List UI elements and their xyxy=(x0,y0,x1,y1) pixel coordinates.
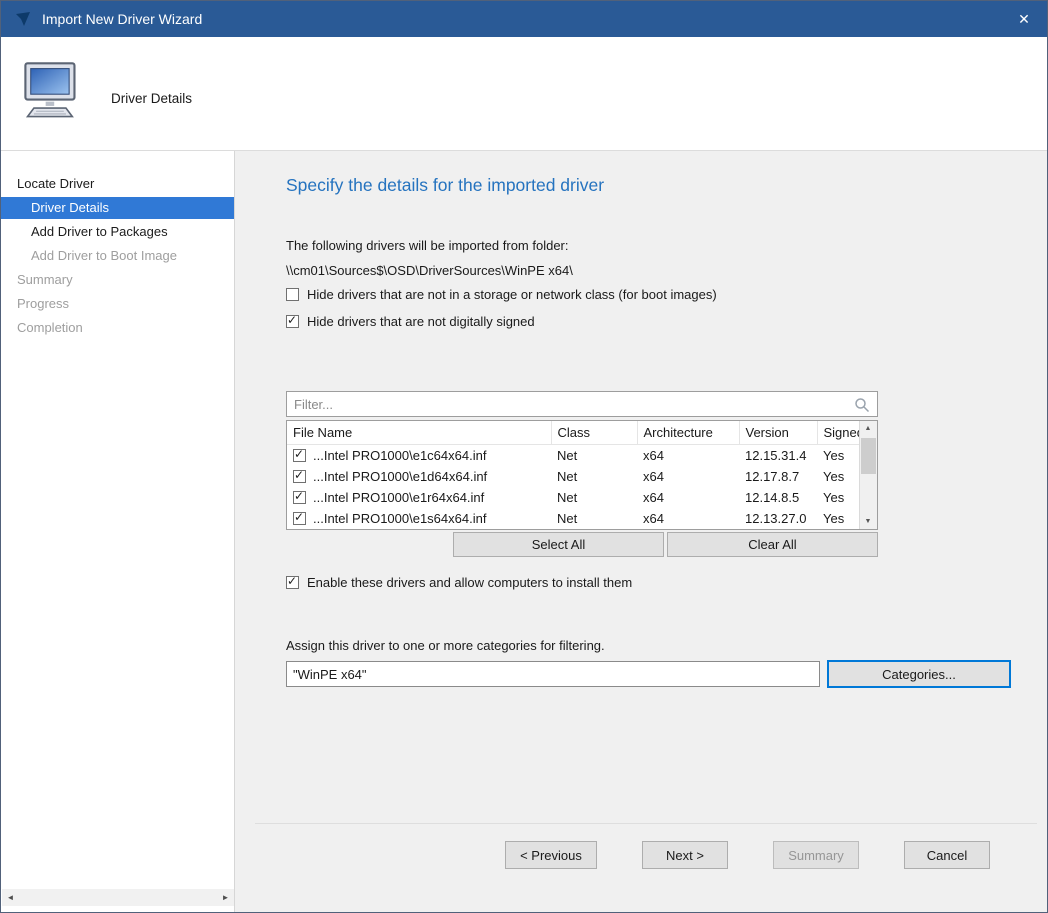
wizard-footer-buttons: < Previous Next > Summary Cancel xyxy=(505,841,990,869)
driver-row-checkbox[interactable] xyxy=(293,491,306,504)
driver-row-checkbox[interactable] xyxy=(293,512,306,525)
column-architecture[interactable]: Architecture xyxy=(637,421,739,445)
import-folder-path: \\cm01\Sources$\OSD\DriverSources\WinPE … xyxy=(286,263,573,278)
scroll-right-icon[interactable] xyxy=(217,889,234,906)
column-signed[interactable]: Signed xyxy=(817,421,860,445)
computer-icon xyxy=(19,59,83,128)
scroll-down-icon[interactable] xyxy=(860,514,876,529)
driver-signed: Yes xyxy=(817,487,860,508)
driver-class: Net xyxy=(551,508,637,529)
search-icon[interactable] xyxy=(854,397,870,418)
sidebar-item-driver-details[interactable]: Driver Details xyxy=(1,197,234,219)
driver-signed: Yes xyxy=(817,466,860,487)
selection-buttons: Select All Clear All xyxy=(286,532,878,557)
driver-file-name: ...Intel PRO1000\e1c64x64.inf xyxy=(313,448,486,463)
previous-button[interactable]: < Previous xyxy=(505,841,597,869)
categories-button[interactable]: Categories... xyxy=(827,660,1011,688)
clear-all-button[interactable]: Clear All xyxy=(667,532,878,557)
sidebar-item-progress: Progress xyxy=(1,293,234,315)
driver-row-checkbox[interactable] xyxy=(293,449,306,462)
driver-list: File Name Class Architecture Version Sig… xyxy=(286,420,878,530)
driver-row[interactable]: ...Intel PRO1000\e1s64x64.inf Net x64 12… xyxy=(287,508,860,529)
footer-divider xyxy=(255,823,1037,824)
wizard-app-icon xyxy=(14,10,32,28)
scroll-up-icon[interactable] xyxy=(860,421,876,436)
driver-architecture: x64 xyxy=(637,487,739,508)
import-new-driver-wizard-window: Import New Driver Wizard Driver Details xyxy=(0,0,1048,913)
filter-box xyxy=(286,391,878,417)
driver-signed: Yes xyxy=(817,445,860,467)
sidebar-item-summary: Summary xyxy=(1,269,234,291)
sidebar-horizontal-scrollbar[interactable] xyxy=(2,889,234,906)
hide-storage-network-label: Hide drivers that are not in a storage o… xyxy=(307,287,717,302)
page-title: Driver Details xyxy=(111,91,192,106)
column-class[interactable]: Class xyxy=(551,421,637,445)
wizard-steps-sidebar: Locate Driver Driver Details Add Driver … xyxy=(1,151,235,912)
hide-storage-network-checkbox-row[interactable]: Hide drivers that are not in a storage o… xyxy=(286,287,717,302)
scrollbar-thumb[interactable] xyxy=(861,438,876,474)
driver-version: 12.13.27.0 xyxy=(739,508,817,529)
driver-list-header: File Name Class Architecture Version Sig… xyxy=(287,421,860,445)
driver-file-name: ...Intel PRO1000\e1d64x64.inf xyxy=(313,469,487,484)
driver-row[interactable]: ...Intel PRO1000\e1r64x64.inf Net x64 12… xyxy=(287,487,860,508)
hide-unsigned-checkbox-row[interactable]: Hide drivers that are not digitally sign… xyxy=(286,314,535,329)
driver-class: Net xyxy=(551,466,637,487)
wizard-content-pane: Specify the details for the imported dri… xyxy=(235,151,1047,912)
select-all-button[interactable]: Select All xyxy=(453,532,664,557)
driver-signed: Yes xyxy=(817,508,860,529)
driver-architecture: x64 xyxy=(637,466,739,487)
driver-class: Net xyxy=(551,487,637,508)
driver-architecture: x64 xyxy=(637,445,739,467)
hide-storage-network-checkbox[interactable] xyxy=(286,288,299,301)
driver-file-name: ...Intel PRO1000\e1r64x64.inf xyxy=(313,490,484,505)
titlebar: Import New Driver Wizard xyxy=(1,1,1047,37)
driver-class: Net xyxy=(551,445,637,467)
close-icon[interactable] xyxy=(1001,1,1047,37)
column-version[interactable]: Version xyxy=(739,421,817,445)
driver-list-vertical-scrollbar[interactable] xyxy=(859,421,877,529)
content-heading: Specify the details for the imported dri… xyxy=(286,175,604,196)
driver-version: 12.17.8.7 xyxy=(739,466,817,487)
enable-drivers-checkbox-row[interactable]: Enable these drivers and allow computers… xyxy=(286,575,632,590)
window-title: Import New Driver Wizard xyxy=(42,11,1001,27)
driver-file-name: ...Intel PRO1000\e1s64x64.inf xyxy=(313,511,486,526)
sidebar-item-add-driver-to-packages[interactable]: Add Driver to Packages xyxy=(1,221,234,243)
driver-architecture: x64 xyxy=(637,508,739,529)
wizard-steps-list: Locate Driver Driver Details Add Driver … xyxy=(1,151,234,339)
sidebar-item-completion: Completion xyxy=(1,317,234,339)
scroll-left-icon[interactable] xyxy=(2,889,19,906)
next-button[interactable]: Next > xyxy=(642,841,728,869)
driver-version: 12.14.8.5 xyxy=(739,487,817,508)
wizard-body: Locate Driver Driver Details Add Driver … xyxy=(1,151,1047,912)
assign-categories-text: Assign this driver to one or more catego… xyxy=(286,638,605,653)
driver-version: 12.15.31.4 xyxy=(739,445,817,467)
filter-input[interactable] xyxy=(287,392,854,416)
enable-drivers-label: Enable these drivers and allow computers… xyxy=(307,575,632,590)
wizard-header: Driver Details xyxy=(1,37,1047,151)
column-file-name[interactable]: File Name xyxy=(287,421,551,445)
import-folder-intro-text: The following drivers will be imported f… xyxy=(286,238,569,253)
enable-drivers-checkbox[interactable] xyxy=(286,576,299,589)
hide-unsigned-checkbox[interactable] xyxy=(286,315,299,328)
sidebar-item-add-driver-to-boot-image: Add Driver to Boot Image xyxy=(1,245,234,267)
summary-button: Summary xyxy=(773,841,859,869)
cancel-button[interactable]: Cancel xyxy=(904,841,990,869)
driver-row[interactable]: ...Intel PRO1000\e1c64x64.inf Net x64 12… xyxy=(287,445,860,467)
hide-unsigned-label: Hide drivers that are not digitally sign… xyxy=(307,314,535,329)
driver-row[interactable]: ...Intel PRO1000\e1d64x64.inf Net x64 12… xyxy=(287,466,860,487)
sidebar-item-locate-driver[interactable]: Locate Driver xyxy=(1,173,234,195)
categories-field[interactable] xyxy=(286,661,820,687)
driver-row-checkbox[interactable] xyxy=(293,470,306,483)
